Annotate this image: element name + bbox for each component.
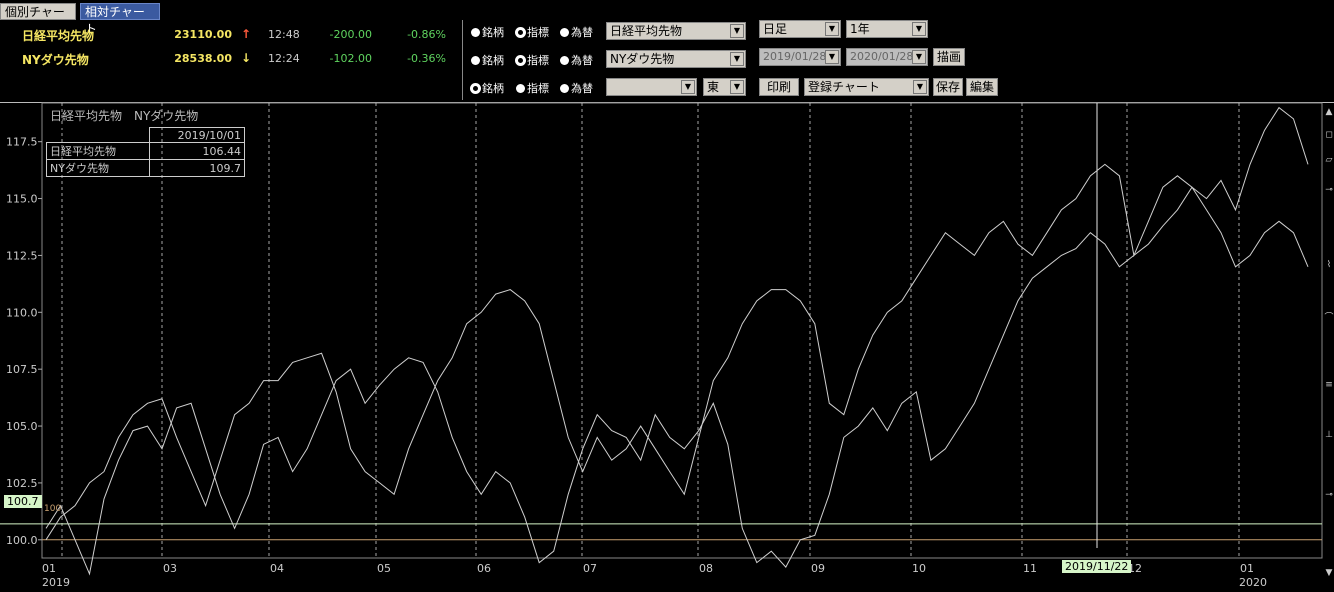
x-tick-label: 11 [1023,562,1037,575]
legend-value: 106.44 [149,142,245,160]
x-tick-label: 06 [477,562,491,575]
tool-icon[interactable]: ⊸ [1324,185,1334,195]
legend-name: 日経平均先物 [46,142,150,160]
tool-icon[interactable]: ⊸ [1324,490,1334,500]
x-tick-label: 07 [583,562,597,575]
crosshair-value-label: 100.7 [4,495,42,508]
scroll-up-icon[interactable]: ▲ [1324,107,1334,117]
y-tick-label: 105.0 [6,420,38,433]
tool-icon[interactable]: ▱ [1324,155,1334,165]
tool-icon[interactable]: ◻ [1324,130,1334,140]
scroll-down-icon[interactable]: ▼ [1324,568,1334,578]
x-tick-label: 01 [1240,562,1254,575]
y-tick-label: 115.0 [6,193,38,206]
tool-icon[interactable]: ⌒ [1324,310,1334,323]
y-tick-label: 117.5 [6,136,38,149]
y-tick-label: 102.5 [6,477,38,490]
x-tick-label: 09 [811,562,825,575]
x-tick-label: 03 [163,562,177,575]
x-tick-label: 05 [377,562,391,575]
tool-icon[interactable]: ≡ [1324,380,1334,390]
data-legend: 2019/10/01 日経平均先物 106.44 NYダウ先物 109.7 [46,127,245,177]
x-tick-label: 04 [270,562,284,575]
tool-icon[interactable]: ⌇ [1324,260,1334,270]
y-tick-label: 107.5 [6,363,38,376]
tool-icon[interactable]: ⊥ [1324,430,1334,440]
baseline-label: 100 [44,504,62,514]
y-tick-label: 112.5 [6,249,38,262]
x-tick-label: 10 [912,562,926,575]
legend-name: NYダウ先物 [46,159,150,177]
series-line-1 [45,106,1309,576]
legend-date: 2019/10/01 [149,127,245,143]
y-tick-label: 110.0 [6,306,38,319]
series-line-2 [45,163,1309,541]
x-tick-label: 01 [42,562,56,575]
year-label: 2020 [1239,576,1267,589]
year-label: 2019 [42,576,70,589]
price-chart[interactable]: 100.0 102.5 105.0 107.5 110.0 112.5 115.0 117.5… [0,0,1334,592]
x-tick-label: 08 [699,562,713,575]
legend-value: 109.7 [149,159,245,177]
cursor-date-label: 2019/11/22 [1062,560,1132,573]
y-tick-label: 100.0 [6,534,38,547]
